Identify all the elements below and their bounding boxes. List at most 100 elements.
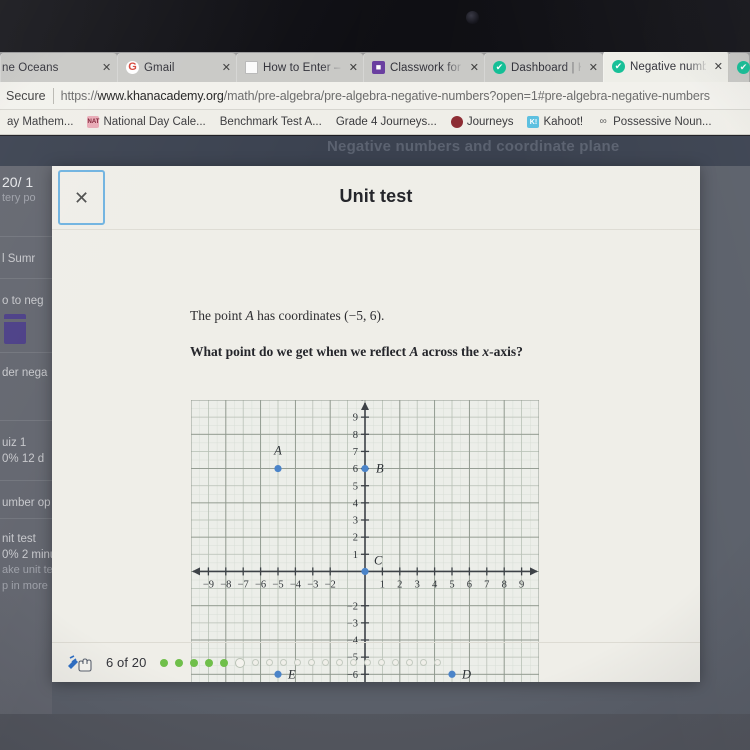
progress-dot-todo-10[interactable] xyxy=(294,659,302,666)
x-tick-label: 2 xyxy=(397,579,402,590)
progress-dot-todo-20[interactable] xyxy=(434,659,442,666)
sidebar-divider-4 xyxy=(0,480,52,481)
screen-bottom-strip xyxy=(0,714,750,750)
doc-favicon xyxy=(245,61,258,74)
hand-hint-icon[interactable] xyxy=(66,653,92,673)
page-sidebar[interactable]: 20/ 1 tery po l Sumr o to neg der nega uiz 1 0… xyxy=(0,166,52,750)
y-tick-label: 1 xyxy=(353,550,358,561)
possessive-icon: ∞ xyxy=(599,116,607,127)
webcam-icon xyxy=(466,11,479,24)
question-statement-mid: has coordinates xyxy=(253,308,345,323)
bookmark-item-2[interactable]: Benchmark Test A... xyxy=(213,116,329,128)
browser-tab-2[interactable]: How to Enter – S ✕ xyxy=(236,53,364,82)
bookmark-label: Possessive Noun... xyxy=(613,116,712,128)
x-tick-label: −3 xyxy=(307,579,318,590)
bookmark-item-0[interactable]: ay Mathem... xyxy=(0,116,80,128)
bookmark-label: Benchmark Test A... xyxy=(219,116,322,128)
laptop-bezel xyxy=(0,0,750,52)
address-bar[interactable]: Secure https://www.khanacademy.org/math/… xyxy=(0,82,750,110)
tab-close-icon[interactable]: ✕ xyxy=(586,61,598,74)
x-tick-label: 9 xyxy=(519,579,524,590)
sidebar-text-fragment-7[interactable]: umber op xyxy=(2,496,51,510)
browser-tab-5[interactable]: ✔ Negative numbe ✕ xyxy=(603,51,729,82)
question-progress-dots[interactable] xyxy=(160,657,442,668)
browser-tab-3[interactable]: ■ Classwork for Pe ✕ xyxy=(363,53,485,82)
y-tick-label: 2 xyxy=(353,533,358,544)
sidebar-text-fragment-2[interactable]: l Sumr xyxy=(2,252,35,266)
progress-dot-completed-5[interactable] xyxy=(220,658,229,667)
question-statement-prefix: The point xyxy=(190,308,246,323)
tab-close-icon[interactable]: ✕ xyxy=(467,61,479,74)
point-marker-A[interactable] xyxy=(274,464,282,473)
bookmark-item-6[interactable]: ∞ Possessive Noun... xyxy=(590,116,718,128)
progress-dot-todo-19[interactable] xyxy=(420,659,428,666)
browser-tab-4[interactable]: ✔ Dashboard | Kha ✕ xyxy=(484,53,604,82)
browser-tab-6-partial[interactable]: ✔ xyxy=(728,53,750,82)
sidebar-text-fragment-4[interactable]: der nega xyxy=(2,366,47,380)
question-prompt-suffix: -axis? xyxy=(489,344,523,359)
sidebar-text-fragment-10[interactable]: ake unit te xyxy=(2,564,52,578)
sidebar-text-fragment-11[interactable]: p in more xyxy=(2,580,48,594)
progress-dot-completed-1[interactable] xyxy=(160,658,169,667)
progress-dot-todo-12[interactable] xyxy=(322,659,330,666)
url-host: www.khanacademy.org xyxy=(97,88,224,103)
sidebar-text-fragment-8[interactable]: nit test xyxy=(2,532,36,546)
x-tick-label: 6 xyxy=(467,579,472,590)
tab-close-icon[interactable]: ✕ xyxy=(711,60,723,73)
sidebar-progress-block xyxy=(4,314,26,344)
bookmark-item-5[interactable]: K! Kahoot! xyxy=(520,116,590,128)
point-marker-B[interactable] xyxy=(361,464,369,473)
question-prompt: What point do we get when we reflect A a… xyxy=(190,344,523,360)
tab-strip[interactable]: ne Oceans ✕ G Gmail ✕ How to Enter – S ✕ ■ Class… xyxy=(0,48,750,82)
x-tick-label: −7 xyxy=(238,579,249,590)
modal-header: ✕ Unit test xyxy=(52,166,700,230)
sidebar-divider-5 xyxy=(0,518,52,519)
progress-dot-todo-7[interactable] xyxy=(252,659,260,666)
x-tick-label: 3 xyxy=(415,579,420,590)
sidebar-text-fragment-9[interactable]: 0% 2 minu xyxy=(2,548,52,562)
tab-close-icon[interactable]: ✕ xyxy=(99,61,111,74)
question-point-var: A xyxy=(245,308,254,323)
progress-dot-todo-9[interactable] xyxy=(280,659,288,666)
bookmark-item-3[interactable]: Grade 4 Journeys... xyxy=(329,116,444,128)
progress-dot-completed-3[interactable] xyxy=(190,658,199,667)
browser-tab-1[interactable]: G Gmail ✕ xyxy=(117,53,237,82)
question-coordinates: (−5, 6). xyxy=(344,308,385,323)
bookmarks-bar[interactable]: ay Mathem... NAT National Day Cale... Bench… xyxy=(0,110,750,135)
x-tick-label: −2 xyxy=(325,579,336,590)
progress-dot-current-6[interactable] xyxy=(235,657,246,668)
url-path: /math/pre-algebra/pre-algebra-negative-n… xyxy=(223,88,710,103)
nationalday-icon: NAT xyxy=(87,116,100,128)
bookmark-label: Journeys xyxy=(466,116,514,128)
bookmark-item-1[interactable]: NAT National Day Cale... xyxy=(80,116,212,128)
y-tick-label: 5 xyxy=(353,481,358,492)
progress-dot-completed-4[interactable] xyxy=(205,658,214,667)
progress-dot-completed-2[interactable] xyxy=(175,658,184,667)
x-tick-label: 7 xyxy=(484,579,489,590)
sidebar-text-fragment-1[interactable]: tery po xyxy=(2,192,36,206)
progress-dot-todo-18[interactable] xyxy=(406,659,414,666)
sidebar-divider-0 xyxy=(0,236,52,237)
sidebar-text-fragment-5[interactable]: uiz 1 xyxy=(2,436,26,450)
y-axis-label: y xyxy=(361,400,368,401)
sidebar-text-fragment-0[interactable]: 20/ 1 xyxy=(2,174,33,192)
progress-dot-todo-11[interactable] xyxy=(308,659,316,666)
y-tick-label: 6 xyxy=(353,464,358,475)
progress-dot-todo-13[interactable] xyxy=(336,659,344,666)
progress-dot-todo-8[interactable] xyxy=(266,659,274,666)
x-tick-label: 8 xyxy=(502,579,507,590)
url-text[interactable]: https://www.khanacademy.org/math/pre-alg… xyxy=(61,89,710,103)
gmail-favicon: G xyxy=(126,61,139,74)
browser-tab-0[interactable]: ne Oceans ✕ xyxy=(0,53,118,82)
progress-dot-todo-17[interactable] xyxy=(392,659,400,666)
tab-close-icon[interactable]: ✕ xyxy=(346,61,358,74)
sidebar-text-fragment-3[interactable]: o to neg xyxy=(2,294,44,308)
progress-dot-todo-14[interactable] xyxy=(350,659,358,666)
sidebar-text-fragment-6[interactable]: 0% 12 d xyxy=(2,452,44,466)
progress-dot-todo-15[interactable] xyxy=(364,659,372,666)
browser-tab-label: Classwork for Pe xyxy=(390,61,462,74)
point-marker-C[interactable] xyxy=(361,567,369,576)
progress-dot-todo-16[interactable] xyxy=(378,659,386,666)
bookmark-item-4[interactable]: Journeys xyxy=(444,116,521,128)
tab-close-icon[interactable]: ✕ xyxy=(219,61,231,74)
